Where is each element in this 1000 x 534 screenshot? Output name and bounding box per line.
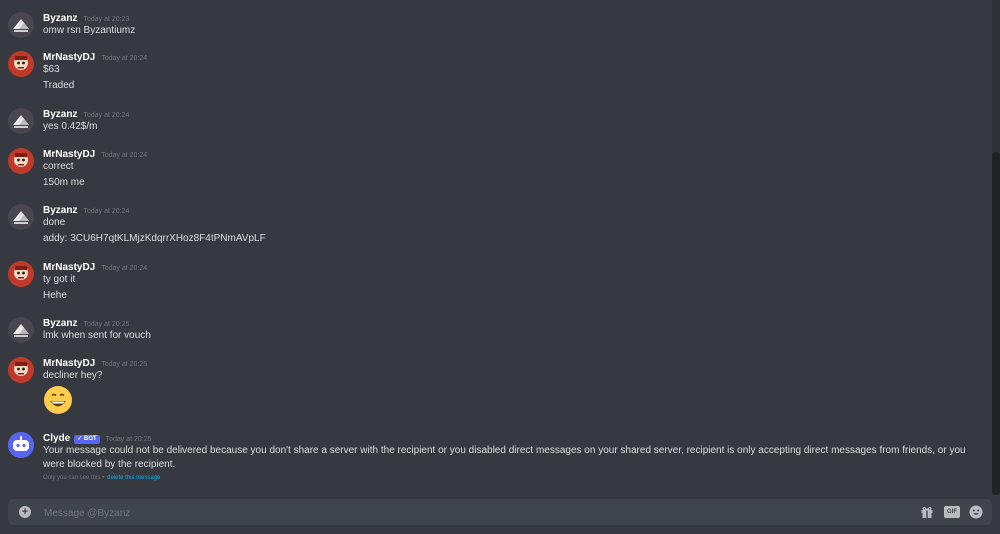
avatar-byzanz[interactable] bbox=[8, 108, 34, 134]
avatar-mrnastydj[interactable] bbox=[8, 357, 34, 383]
grinning-face-emoji[interactable] bbox=[43, 385, 73, 415]
message-group: Byzanz Today at 20:24 done addy: 3CU6H7qt… bbox=[0, 202, 992, 247]
author-name[interactable]: MrNastyDJ bbox=[43, 262, 95, 273]
clyde-message: Clyde ✓ BOT Today at 20:25 Your message co… bbox=[0, 430, 992, 488]
avatar-mrnastydj[interactable] bbox=[8, 148, 34, 174]
avatar-byzanz[interactable] bbox=[8, 204, 34, 230]
ephemeral-note-text: Only you can see this • bbox=[43, 475, 105, 481]
scrollbar-track[interactable] bbox=[992, 0, 1000, 495]
timestamp: Today at 20:24 bbox=[83, 112, 130, 119]
author-name[interactable]: Clyde bbox=[43, 433, 70, 444]
message-group: MrNastyDJ Today at 20:24 correct 150m me bbox=[0, 146, 992, 191]
message-group: MrNastyDJ Today at 20:24 $63 Traded bbox=[0, 49, 992, 94]
timestamp: Today at 20:24 bbox=[101, 265, 148, 272]
message-text: Traded bbox=[43, 80, 75, 91]
scrollbar-thumb[interactable] bbox=[992, 152, 1000, 495]
timestamp: Today at 20:25 bbox=[101, 361, 148, 368]
message-text: yes 0.42$/m bbox=[43, 121, 98, 132]
avatar-mrnastydj[interactable] bbox=[8, 261, 34, 287]
plus-circle-icon[interactable]: + bbox=[19, 506, 31, 518]
message-text: 150m me bbox=[43, 177, 85, 188]
timestamp: Today at 20:25 bbox=[105, 436, 152, 443]
message-group: Byzanz Today at 20:23 omw rsn Byzantiumz bbox=[0, 10, 992, 40]
message-group: Byzanz Today at 20:24 yes 0.42$/m bbox=[0, 106, 992, 136]
avatar-mrnastydj[interactable] bbox=[8, 51, 34, 77]
message-text: omw rsn Byzantiumz bbox=[43, 25, 136, 36]
author-name[interactable]: Byzanz bbox=[43, 109, 77, 120]
ephemeral-note: Only you can see this • delete this messa… bbox=[43, 475, 161, 481]
delete-message-link[interactable]: delete this message bbox=[107, 475, 160, 481]
message-text: done bbox=[43, 217, 66, 228]
author-name[interactable]: MrNastyDJ bbox=[43, 358, 95, 369]
message-text: correct bbox=[43, 161, 74, 172]
message-text: Hehe bbox=[43, 290, 67, 301]
clyde-avatar[interactable] bbox=[8, 432, 34, 458]
chat-messages: Byzanz Today at 20:23 omw rsn Byzantiumz … bbox=[0, 0, 992, 495]
avatar-byzanz[interactable] bbox=[8, 12, 34, 38]
timestamp: Today at 20:25 bbox=[83, 321, 130, 328]
message-text: ty got it bbox=[43, 274, 76, 285]
author-name[interactable]: Byzanz bbox=[43, 205, 77, 216]
message-text: lmk when sent for vouch bbox=[43, 330, 151, 341]
author-name[interactable]: Byzanz bbox=[43, 13, 77, 24]
message-input[interactable] bbox=[42, 503, 866, 523]
message-group: MrNastyDJ Today at 20:24 ty got it Hehe bbox=[0, 259, 992, 304]
message-group: MrNastyDJ Today at 20:25 decliner hey? bbox=[0, 355, 992, 420]
system-message-text: Your message could not be delivered beca… bbox=[43, 445, 966, 470]
gif-button[interactable]: GIF bbox=[944, 506, 960, 518]
author-name[interactable]: MrNastyDJ bbox=[43, 52, 95, 63]
author-name[interactable]: MrNastyDJ bbox=[43, 149, 95, 160]
timestamp: Today at 20:24 bbox=[101, 55, 148, 62]
message-text: decliner hey? bbox=[43, 370, 103, 381]
gift-icon[interactable] bbox=[920, 505, 934, 519]
author-name[interactable]: Byzanz bbox=[43, 318, 77, 329]
timestamp: Today at 20:24 bbox=[83, 208, 130, 215]
timestamp: Today at 20:23 bbox=[83, 16, 130, 23]
message-composer: + GIF bbox=[8, 499, 992, 525]
timestamp: Today at 20:24 bbox=[101, 152, 148, 159]
avatar-byzanz[interactable] bbox=[8, 317, 34, 343]
message-text: $63 bbox=[43, 64, 60, 75]
message-text: addy: 3CU6H7qtKLMjzKdqrrXHoz8F4tPNmAVpLF bbox=[43, 233, 266, 244]
message-group: Byzanz Today at 20:25 lmk when sent for v… bbox=[0, 315, 992, 345]
smile-icon[interactable] bbox=[969, 505, 983, 519]
bot-badge: ✓ BOT bbox=[74, 435, 100, 444]
